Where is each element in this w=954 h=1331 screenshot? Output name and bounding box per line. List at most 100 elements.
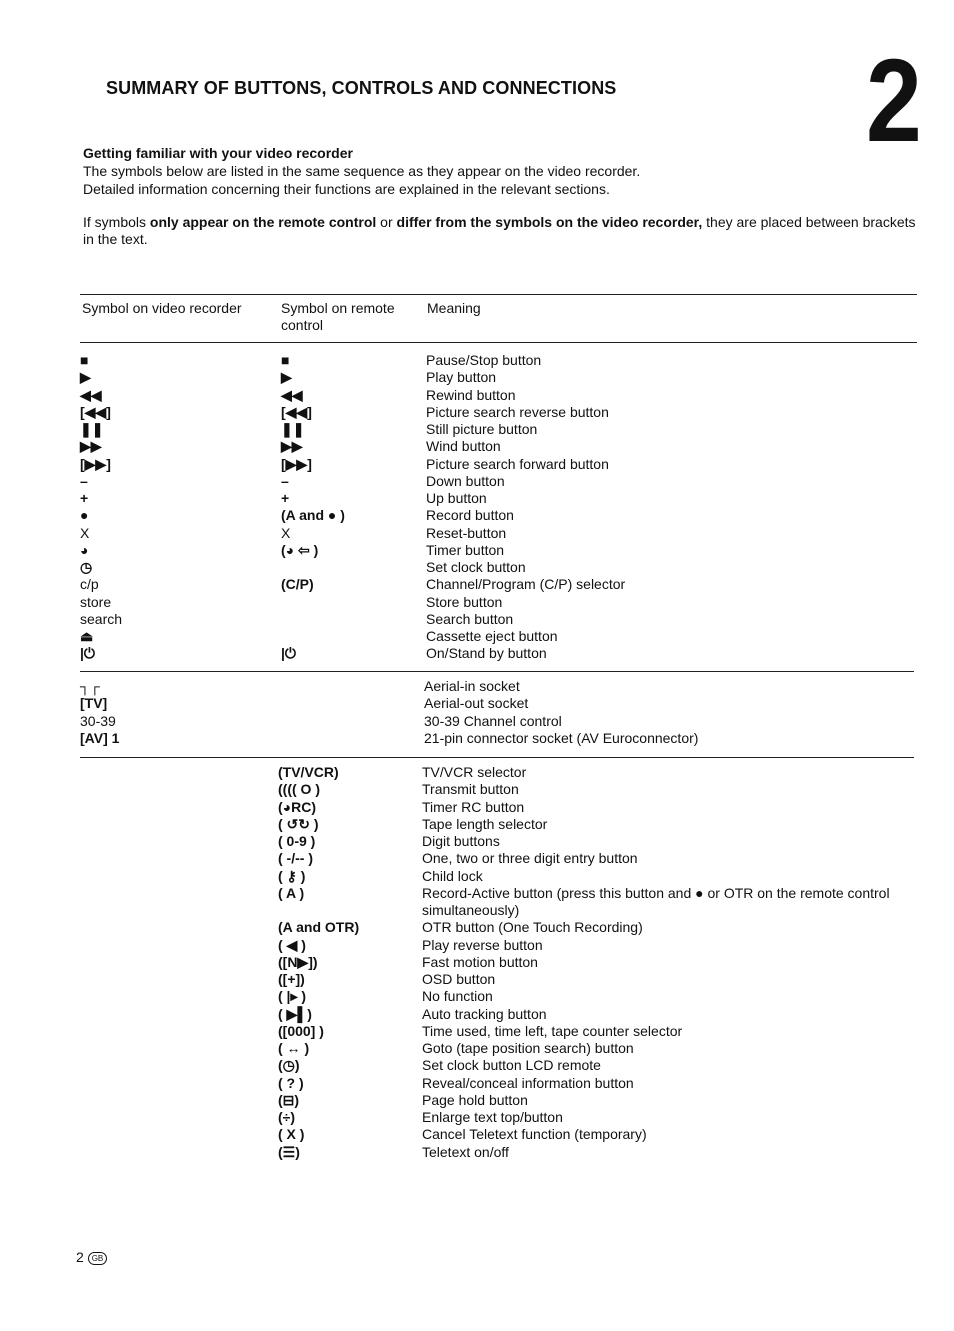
meaning: Play reverse button [422,936,543,953]
meaning: Transmit button [422,781,519,798]
recorder-symbol: [▶▶] [80,455,111,472]
meaning: Up button [426,490,487,506]
meaning: Channel/Program (C/P) selector [426,576,626,593]
meaning: Tape length selector [422,815,548,832]
remote-symbol: + [281,490,290,506]
page-footer: 2 GB [76,1249,108,1265]
meaning: Play button [426,369,497,386]
meaning: OTR button (One Touch Recording) [422,919,643,936]
region-badge: GB [87,1251,108,1265]
meaning: Wind button [426,438,501,455]
remote-symbol: ([N▶]) [278,953,318,970]
meaning: Auto tracking button [422,1005,547,1022]
recorder-symbol: ▶▶ [80,438,102,455]
meaning: Picture search forward button [426,455,609,472]
recorder-symbol: ◷ [80,559,93,575]
remote-symbol: ( ⚷ ) [278,867,306,884]
remote-symbol: ( 0-9 ) [278,833,316,849]
meaning: Child lock [422,867,483,884]
meaning: OSD button [422,971,496,987]
meaning: Set clock button LCD remote [422,1057,601,1074]
meaning: Timer button [426,541,505,558]
recorder-symbol: X [80,524,90,541]
remote-symbol: (TV/VCR) [278,764,339,780]
recorder-symbol: ⏏ [80,628,94,644]
meaning: Fast motion button [422,953,538,970]
remote-symbol: ◀◀ [281,386,303,403]
recorder-symbol: 30-39 [80,712,116,729]
header-recorder-symbol: Symbol on video recorder [82,300,242,316]
recorder-symbol: [◀◀] [80,403,111,420]
page-title: SUMMARY OF BUTTONS, CONTROLS AND CONNECT… [106,78,617,98]
meaning: 21-pin connector socket (AV Euroconnecto… [424,729,699,746]
meaning: Store button [426,593,503,610]
remote-symbol: X [281,524,291,541]
remote-symbol: ▶▶ [281,438,303,455]
meaning: Record button [426,507,514,524]
recorder-symbol: ◀◀ [80,386,102,403]
recorder-symbol: – [80,472,88,489]
meaning: Set clock button [426,559,526,575]
recorder-symbol: search [80,610,123,627]
recorder-symbol: [TV] [80,695,108,712]
remote-symbol: ( ↺↻ ) [278,815,319,832]
remote-symbol: (⊟) [278,1091,300,1108]
remote-symbol: (C/P) [281,576,314,593]
meaning: Still picture button [426,421,538,437]
meaning: Cancel Teletext function (temporary) [422,1126,647,1143]
meaning: Time used, time left, tape counter selec… [422,1022,683,1039]
meaning: Page hold button [422,1091,528,1108]
recorder-symbol: ▶ [80,369,91,386]
meaning: Cassette eject button [426,628,558,644]
note-text: If symbols [83,214,150,230]
meaning: On/Stand by button [426,645,547,662]
note-text: or [376,214,397,230]
remote-symbol: ([+]) [278,971,305,987]
remote-symbol: ( ↔ ) [278,1040,310,1056]
recorder-symbol: ❚❚ [80,421,104,437]
remote-symbol: [▶▶] [281,455,312,472]
remote-symbol: ( -/-- ) [278,850,313,867]
remote-symbol: (◕ ⇦ ) [281,541,319,558]
intro-text: The symbols below are listed in the same… [83,163,641,179]
section-heading: Getting familiar with your video recorde… [83,145,353,161]
remote-symbol: |⏻ [281,645,296,662]
note-bold: only appear on the remote control [149,214,377,230]
meaning: Reset-button [426,524,507,541]
remote-symbol: ( A ) [278,884,305,901]
remote-symbol: ( ▶▌) [278,1005,312,1022]
meaning: No function [422,988,493,1005]
meaning: Aerial-out socket [424,695,529,712]
remote-symbol: ( |▸ ) [278,988,307,1005]
header-rule [80,342,917,343]
section-rule [80,671,914,672]
meaning: Picture search reverse button [426,403,609,420]
recorder-symbol: [AV] 1 [80,729,120,746]
remote-symbol: (◷) [278,1057,300,1074]
meaning: Rewind button [426,386,516,403]
remote-symbol: ❚❚ [281,421,305,437]
bracket-note: If symbols only appear on the remote con… [83,214,923,248]
recorder-symbol: |⏻ [80,645,95,662]
remote-symbol: (÷) [278,1109,296,1125]
meaning: Record-Active button (press this button … [422,884,890,901]
chapter-number: 2 [866,35,922,167]
remote-symbol: ( X ) [278,1126,305,1143]
recorder-symbol: ● [80,507,89,524]
remote-symbol: (((( O ) [278,781,320,798]
remote-symbol: [◀◀] [281,403,312,420]
remote-symbol: ( ? ) [278,1074,304,1091]
recorder-symbol: ┐┌ [80,678,100,694]
meaning: Timer RC button [422,798,525,815]
meaning: Digit buttons [422,833,500,849]
recorder-symbol: ■ [80,352,89,368]
meaning: Teletext on/off [422,1143,509,1160]
meaning: Aerial-in socket [424,678,520,694]
intro-text: Detailed information concerning their fu… [83,181,610,197]
meaning: Goto (tape position search) button [422,1040,634,1056]
recorder-symbol: store [80,593,112,610]
remote-symbol: (◕RC) [278,798,317,815]
meaning: Pause/Stop button [426,352,542,368]
page-number: 2 [76,1249,84,1265]
recorder-symbol: c/p [80,576,99,593]
